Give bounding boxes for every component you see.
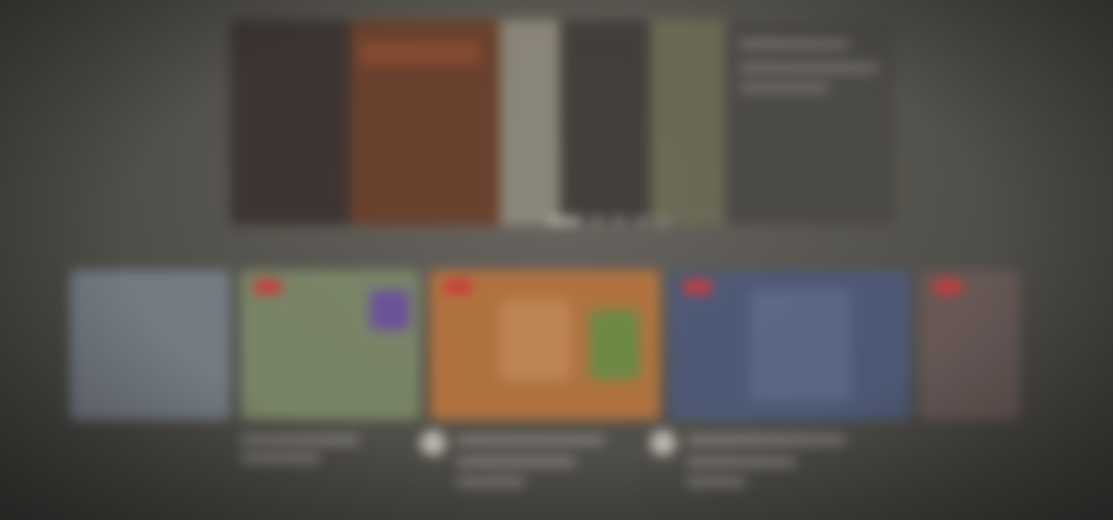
hero-art-left: [230, 20, 350, 225]
live-badge: [254, 280, 282, 294]
stream-thumbnail-art: [750, 290, 850, 400]
stream-title: [686, 436, 846, 444]
stream-tile[interactable]: [430, 270, 660, 420]
category-name: [456, 478, 526, 486]
carousel-dot[interactable]: [612, 218, 626, 224]
stream-tile[interactable]: [70, 270, 230, 420]
carousel-dot[interactable]: [634, 218, 648, 224]
channel-name: [240, 454, 320, 462]
category-name: [686, 478, 746, 486]
channel-name: [456, 458, 576, 466]
carousel-dot[interactable]: [590, 218, 604, 224]
streaming-homepage: [0, 0, 1113, 520]
blurred-screen-photo: [0, 0, 1113, 520]
side-text-line: [739, 64, 879, 72]
stream-thumbnail-art: [500, 300, 570, 380]
hero-art-character: [500, 20, 560, 225]
stream-thumbnail-art: [590, 310, 640, 380]
avatar[interactable]: [650, 430, 676, 456]
hero-logo: [360, 42, 480, 64]
hero-banner[interactable]: [230, 20, 730, 225]
side-title: [739, 40, 849, 48]
stream-info[interactable]: [650, 430, 870, 490]
stream-tile[interactable]: [920, 270, 1020, 420]
live-badge: [444, 280, 472, 294]
stream-thumbnail-art: [370, 290, 410, 330]
hero-side-panel: [725, 20, 895, 225]
hero-art-right: [650, 20, 730, 225]
side-text-line: [739, 84, 829, 92]
carousel-indicators[interactable]: [548, 218, 670, 224]
stream-tile[interactable]: [240, 270, 420, 420]
carousel-dot[interactable]: [548, 218, 582, 224]
avatar[interactable]: [420, 430, 446, 456]
stream-tile[interactable]: [670, 270, 910, 420]
stream-info[interactable]: [420, 430, 640, 490]
channel-name: [686, 458, 796, 466]
carousel-dot[interactable]: [656, 218, 670, 224]
stream-info[interactable]: [240, 430, 410, 490]
live-badge: [684, 280, 712, 294]
stream-title: [456, 436, 606, 444]
hero-art-center-right: [560, 20, 650, 225]
stream-title: [240, 436, 360, 444]
live-badge: [934, 280, 962, 294]
